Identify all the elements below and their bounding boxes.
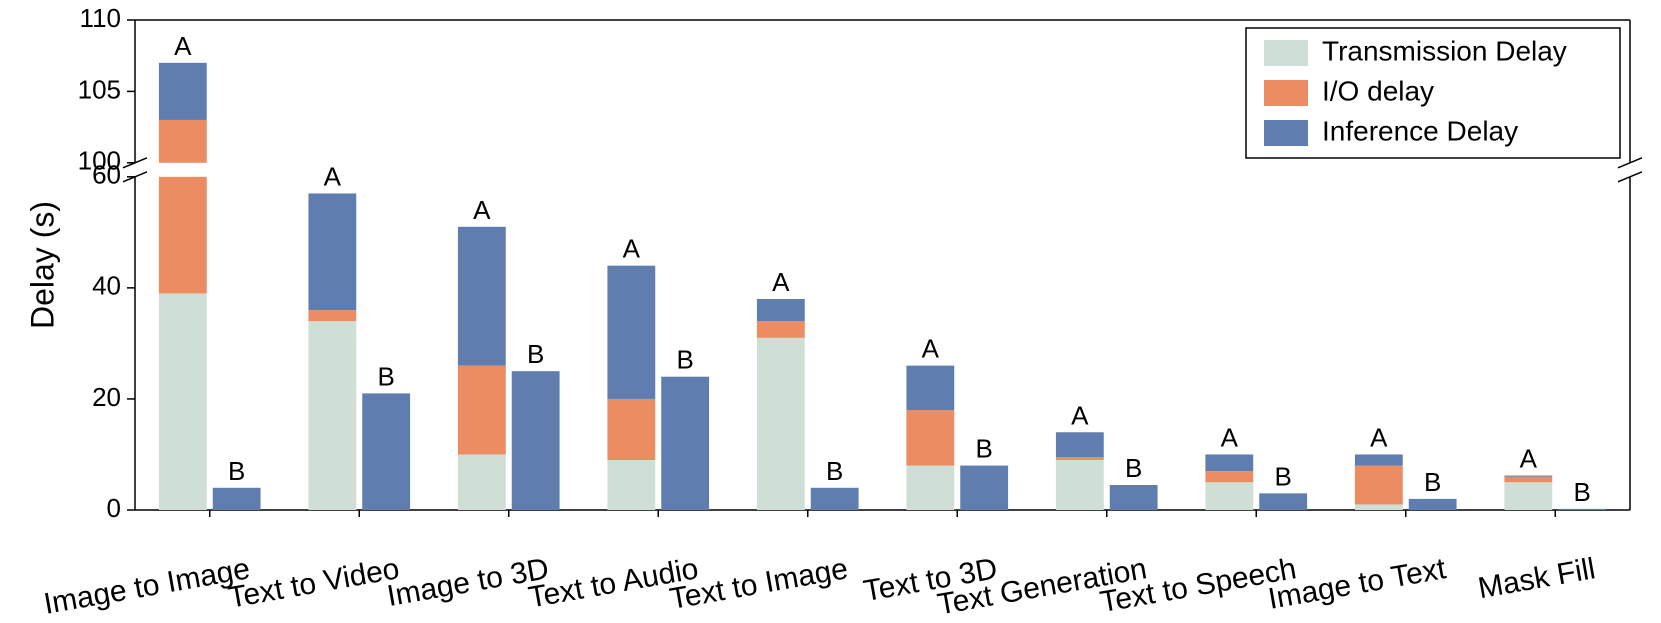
bar-group-label: B [676,345,693,375]
chart-svg: 0204060100105110Delay (s)ABImage to Imag… [0,0,1661,623]
bar-segment [1504,482,1552,510]
bar-group-label: B [975,434,992,464]
y-tick-label: 0 [107,493,121,523]
bar-group-label: B [1573,477,1590,507]
bar-group-label: B [1424,467,1441,497]
bar-segment [607,399,655,460]
legend-swatch [1264,120,1308,146]
bar-segment [362,393,410,510]
bar-segment [458,366,506,455]
y-axis-label: Delay (s) [24,201,60,329]
bar-segment [1558,509,1606,510]
x-category-label: Text to Video [226,552,402,615]
bar-segment [757,299,805,321]
bar-group-label: B [826,456,843,486]
bar-segment [1056,457,1104,460]
y-tick-label: 20 [92,382,121,412]
bar-segment [159,120,207,163]
bar-segment [1110,485,1158,510]
legend-label: Inference Delay [1322,115,1518,146]
bar-group-label: B [1125,453,1142,483]
bar-group-label: A [1520,444,1538,474]
bar-segment [1409,499,1457,510]
bar-segment [159,63,207,120]
bar-group-label: A [1370,422,1388,452]
bar-segment [308,193,356,310]
legend-swatch [1264,40,1308,66]
bar-segment [906,466,954,510]
bar-segment [607,266,655,399]
bar-segment [1355,454,1403,465]
bar-segment [1504,476,1552,477]
bar-segment [159,293,207,510]
legend-swatch [1264,80,1308,106]
bar-segment [1355,504,1403,510]
legend-label: I/O delay [1322,75,1434,106]
bar-segment [757,321,805,338]
bar-group-label: A [1221,422,1239,452]
bar-segment [607,460,655,510]
x-category-label: Mask Fill [1476,552,1598,605]
bar-group-label: A [174,31,192,61]
bar-segment [906,410,954,466]
bar-segment [811,488,859,510]
y-tick-label: 110 [80,3,121,33]
bar-segment [906,366,954,410]
bar-segment [1205,471,1253,482]
bar-segment [512,371,560,510]
bar-segment [1205,482,1253,510]
x-category-label: Image to Image [41,552,252,621]
bar-segment [1205,454,1253,471]
bar-segment [308,310,356,321]
bar-segment [960,466,1008,510]
bar-segment [1504,477,1552,483]
y-tick-label: 100 [78,146,121,176]
bar-group-label: A [772,267,790,297]
bar-segment [458,454,506,510]
bar-segment [1056,460,1104,510]
bar-group-label: B [527,339,544,369]
bar-segment [1355,466,1403,505]
bar-group-label: A [922,334,940,364]
bar-segment [1259,493,1307,510]
bar-segment [1056,432,1104,457]
bar-group-label: A [473,195,491,225]
bar-segment [159,177,207,294]
bar-group-label: A [1071,400,1089,430]
y-tick-label: 105 [78,74,121,104]
bar-segment [458,227,506,366]
legend-label: Transmission Delay [1322,35,1567,66]
bar-group-label: A [324,161,342,191]
bar-group-label: B [228,456,245,486]
bar-segment [661,377,709,510]
bar-segment [213,488,261,510]
bar-segment [757,338,805,510]
y-tick-label: 40 [92,271,121,301]
bar-segment [308,321,356,510]
delay-stacked-bar-chart: 0204060100105110Delay (s)ABImage to Imag… [0,0,1661,623]
bar-group-label: A [623,234,641,264]
bar-group-label: B [377,361,394,391]
bar-group-label: B [1274,461,1291,491]
